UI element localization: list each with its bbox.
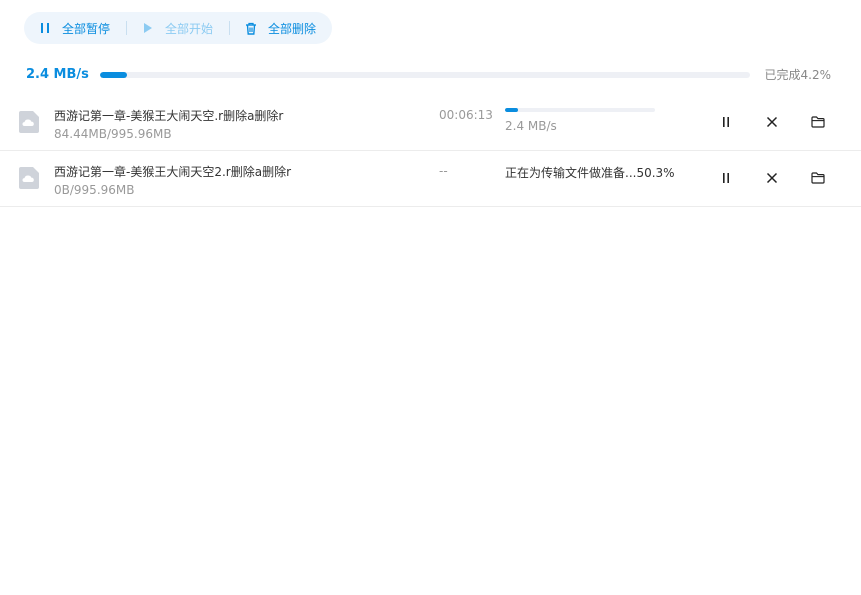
file-speed: 2.4 MB/s [505,119,557,133]
download-manager: 全部暂停 全部开始 全部删除 2.4 MB/s 已完成4.2% 西游记第一章-美… [0,0,861,595]
download-row: 西游记第一章-美猴王大闹天空2.r删除a删除r 0B/995.96MB -- 正… [0,150,861,207]
start-all-label: 全部开始 [165,21,214,36]
file-name: 西游记第一章-美猴王大闹天空2.r删除a删除r [54,165,292,179]
open-folder-button[interactable] [809,169,827,187]
close-icon [766,116,778,128]
completion-text: 已完成4.2% [764,68,832,82]
toolbar-divider [126,21,128,35]
delete-all-button[interactable]: 全部删除 [244,12,316,44]
pause-icon [38,21,52,35]
cancel-button[interactable] [763,169,781,187]
cloud-file-icon [18,110,40,134]
cloud-file-icon [18,166,40,190]
total-progress-fill [100,72,128,78]
file-size: 84.44MB/995.96MB [54,127,172,141]
pause-icon [723,173,729,183]
folder-icon [811,116,825,128]
total-progress-bar [100,72,750,78]
pause-button[interactable] [717,169,735,187]
bulk-action-toolbar: 全部暂停 全部开始 全部删除 [24,12,332,44]
file-name: 西游记第一章-美猴王大闹天空.r删除a删除r [54,109,284,123]
download-row: 西游记第一章-美猴王大闹天空.r删除a删除r 84.44MB/995.96MB … [0,94,861,151]
file-size: 0B/995.96MB [54,183,135,197]
toolbar-divider [229,21,231,35]
pause-button[interactable] [717,113,735,131]
open-folder-button[interactable] [809,113,827,131]
pause-all-label: 全部暂停 [62,21,111,36]
time-remaining: 00:06:13 [439,108,493,122]
close-icon [766,172,778,184]
cancel-button[interactable] [763,113,781,131]
time-remaining: -- [439,164,448,178]
start-all-button[interactable]: 全部开始 [141,12,213,44]
total-speed: 2.4 MB/s [26,67,89,82]
file-status: 正在为传输文件做准备...50.3% [505,166,675,180]
folder-icon [811,172,825,184]
delete-all-label: 全部删除 [268,21,317,36]
file-progress-fill [505,108,518,112]
trash-icon [244,21,258,35]
pause-icon [723,117,729,127]
play-icon [141,21,155,35]
file-progress-bar [505,108,655,112]
pause-all-button[interactable]: 全部暂停 [38,12,110,44]
